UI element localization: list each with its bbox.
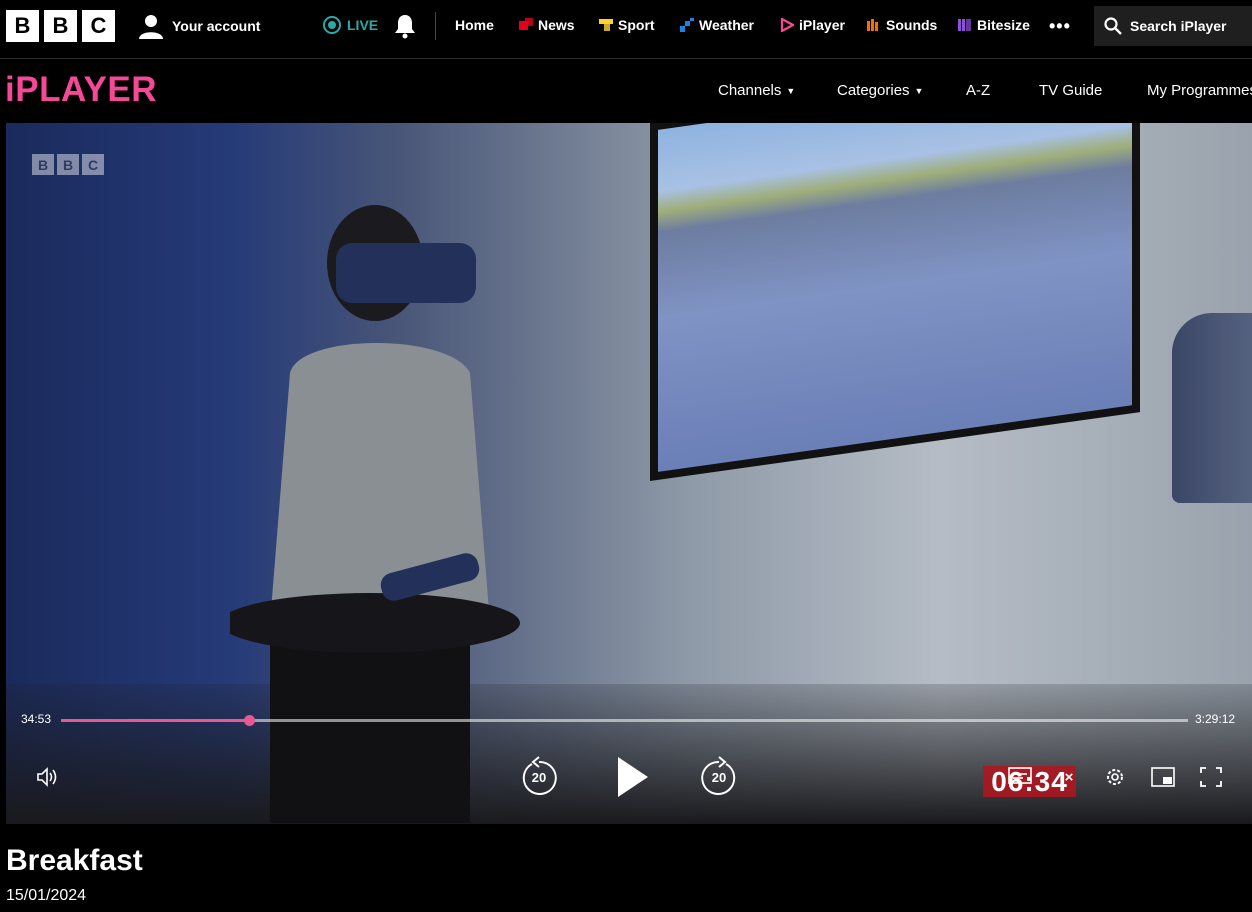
video-player[interactable]: B B C 34:53 3:29:12 20 20 06:34 × xyxy=(6,123,1252,824)
bbc-logo-letter: B xyxy=(44,10,77,42)
bbc-logo-letter: B xyxy=(6,10,39,42)
news-icon xyxy=(519,18,533,30)
nav-home[interactable]: Home xyxy=(455,17,494,33)
scrub-bar-handle[interactable] xyxy=(243,715,255,726)
playback-speed-button[interactable]: × xyxy=(1058,767,1080,787)
subtitles-icon xyxy=(1008,767,1032,784)
play-icon xyxy=(618,757,648,797)
iplayer-nav-tv-guide[interactable]: TV Guide xyxy=(1039,82,1102,99)
scrub-bar-progress xyxy=(61,719,249,722)
bbc-global-navigation: B B C Your account LIVE Home News Sport xyxy=(0,0,1252,52)
watermark-letter: B xyxy=(32,154,54,175)
fullscreen-button[interactable] xyxy=(1199,766,1223,788)
watermark-letter: C xyxy=(82,154,104,175)
nav-sport-label: Sport xyxy=(618,17,655,33)
nav-sounds[interactable]: Sounds xyxy=(867,17,937,33)
nav-sport[interactable]: Sport xyxy=(599,17,655,33)
nav-iplayer-label: iPlayer xyxy=(799,17,845,33)
nav-iplayer[interactable]: iPlayer xyxy=(780,17,845,33)
bitesize-icon xyxy=(958,19,971,31)
categories-label: Categories xyxy=(837,82,910,99)
fullscreen-icon xyxy=(1200,767,1222,787)
your-account-link[interactable]: Your account xyxy=(138,12,260,40)
skip-forward-seconds: 20 xyxy=(711,770,727,785)
gear-icon xyxy=(1107,769,1123,785)
search-label: Search iPlayer xyxy=(1130,18,1227,34)
more-menu-button[interactable]: ••• xyxy=(1049,16,1071,37)
video-frame-tv-screen xyxy=(650,123,1140,481)
live-icon xyxy=(323,16,341,34)
skip-back-seconds: 20 xyxy=(531,770,547,785)
user-icon xyxy=(139,15,163,39)
iplayer-icon xyxy=(780,18,794,32)
nav-news[interactable]: News xyxy=(519,17,575,33)
skip-forward-button[interactable]: 20 xyxy=(700,756,738,796)
weather-icon xyxy=(680,18,694,32)
nav-weather-label: Weather xyxy=(699,17,754,33)
nav-weather[interactable]: Weather xyxy=(680,17,754,33)
scrub-bar[interactable] xyxy=(61,715,1188,726)
picture-in-picture-button[interactable] xyxy=(1151,766,1175,788)
tv-guide-label: TV Guide xyxy=(1039,82,1103,99)
nav-news-label: News xyxy=(538,17,575,33)
volume-icon xyxy=(37,767,57,787)
nav-bitesize-label: Bitesize xyxy=(977,17,1030,33)
chevron-down-icon: ▼ xyxy=(914,85,924,96)
iplayer-nav-channels[interactable]: Channels ▼ xyxy=(718,82,795,99)
video-frame-device xyxy=(1172,313,1252,503)
bbc-logo-letter: C xyxy=(82,10,115,42)
volume-button[interactable] xyxy=(34,765,62,789)
close-icon: × xyxy=(1064,768,1074,786)
sounds-icon xyxy=(867,19,878,31)
search-icon xyxy=(1104,17,1122,35)
account-label: Your account xyxy=(172,18,261,34)
search-iplayer-button[interactable]: Search iPlayer xyxy=(1094,6,1252,46)
video-frame-person xyxy=(230,205,520,823)
header-separator xyxy=(0,58,1252,59)
live-link[interactable]: LIVE xyxy=(323,16,378,34)
programme-title: Breakfast xyxy=(6,844,143,877)
notifications-bell-icon[interactable] xyxy=(393,13,417,39)
play-button[interactable] xyxy=(614,755,650,799)
iplayer-logo[interactable]: iPLAYER xyxy=(5,70,157,110)
sport-icon xyxy=(599,19,613,31)
a-z-label: A-Z xyxy=(966,82,991,99)
current-time: 34:53 xyxy=(21,712,52,726)
bbc-watermark: B B C xyxy=(32,154,104,175)
nav-home-label: Home xyxy=(455,17,494,33)
nav-sounds-label: Sounds xyxy=(886,17,938,33)
video-frame-floor xyxy=(6,684,1252,824)
channels-label: Channels xyxy=(718,82,782,99)
picture-in-picture-icon xyxy=(1151,767,1175,787)
subtitles-button[interactable] xyxy=(1007,766,1033,788)
iplayer-nav-categories[interactable]: Categories ▼ xyxy=(837,82,923,99)
chevron-down-icon: ▼ xyxy=(786,85,796,96)
nav-divider xyxy=(435,12,436,40)
iplayer-nav-a-z[interactable]: A-Z xyxy=(966,82,990,99)
settings-button[interactable] xyxy=(1103,765,1127,789)
skip-back-button[interactable]: 20 xyxy=(520,756,558,796)
duration-time: 3:29:12 xyxy=(1195,712,1236,726)
my-programmes-label: My Programmes xyxy=(1147,82,1252,99)
bbc-logo[interactable]: B B C xyxy=(6,10,115,42)
watermark-letter: B xyxy=(57,154,79,175)
live-label: LIVE xyxy=(347,17,379,33)
nav-bitesize[interactable]: Bitesize xyxy=(958,17,1030,33)
iplayer-nav-my-programmes[interactable]: My Programmes xyxy=(1147,82,1252,99)
programme-date: 15/01/2024 xyxy=(6,887,87,904)
